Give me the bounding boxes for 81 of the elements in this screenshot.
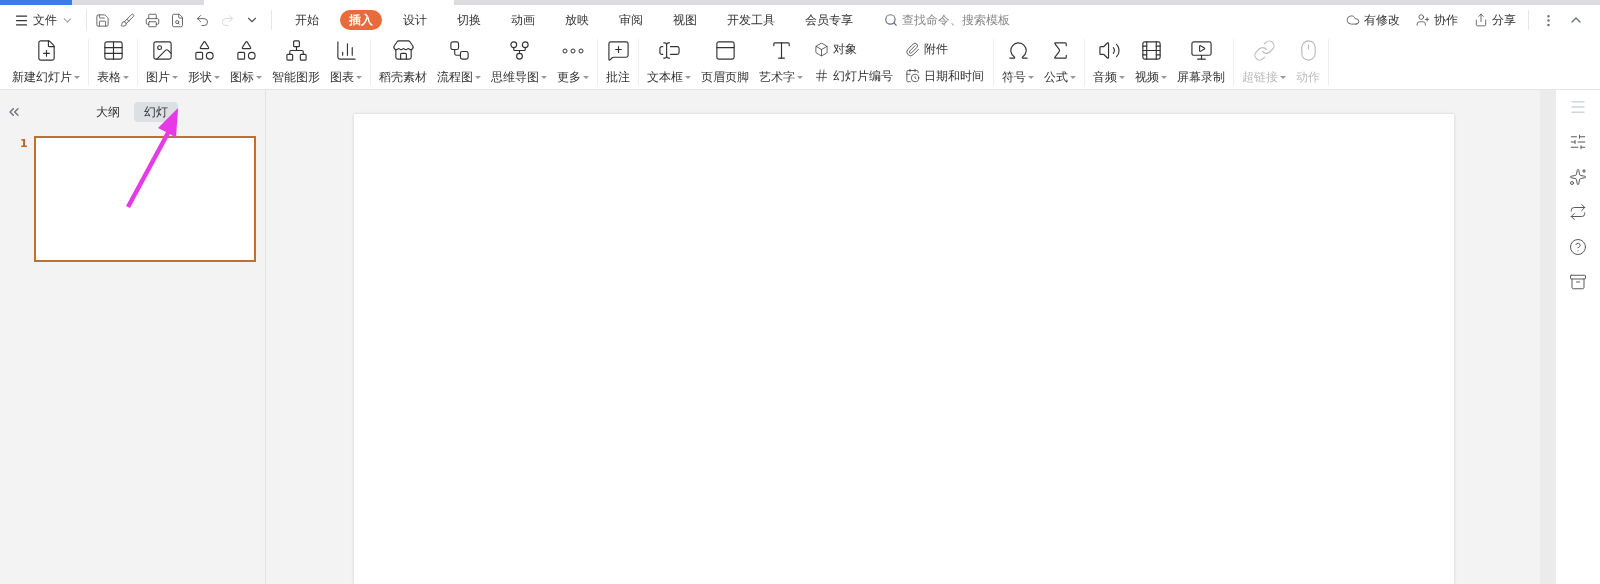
comment-icon (606, 39, 630, 62)
image-icon (150, 39, 174, 62)
ribbon-button[interactable]: 新建幻灯片 (7, 39, 85, 86)
ribbon-button[interactable]: 屏幕录制 (1172, 39, 1230, 86)
header-action[interactable]: 有修改 (1346, 11, 1400, 30)
ribbon-button[interactable]: 符号 (997, 39, 1039, 86)
shapes-icon (192, 39, 216, 62)
menu-tab[interactable]: 开始 (286, 10, 328, 31)
menu-icon (14, 12, 29, 28)
ribbon-button[interactable]: 艺术字 (754, 39, 808, 86)
menu-tab[interactable]: 视图 (664, 10, 706, 31)
omega-icon (1006, 39, 1030, 62)
ribbon-button[interactable]: 图片 (141, 39, 183, 86)
header-action[interactable]: 协作 (1416, 11, 1458, 30)
search-icon (884, 13, 898, 28)
slide-number: 1 (20, 136, 28, 152)
print-icon[interactable] (145, 12, 160, 28)
monitor-icon (1189, 39, 1213, 62)
ribbon-button[interactable]: 智能图形 (267, 39, 325, 86)
menu-tab[interactable]: 会员专享 (796, 10, 862, 31)
film-icon (1139, 39, 1163, 62)
settings-icon[interactable] (1569, 133, 1587, 151)
diagram-icon (284, 39, 308, 62)
page-header-icon (713, 39, 737, 62)
save-icon[interactable] (95, 12, 110, 28)
ribbon-small-button[interactable]: 幻灯片编号 (814, 65, 893, 86)
ribbon-button[interactable]: 思维导图 (486, 39, 552, 86)
ribbon-small-button[interactable]: 附件 (905, 39, 984, 60)
ribbon-button[interactable]: 音频 (1088, 39, 1130, 86)
cube-icon (814, 41, 829, 57)
file-menu[interactable]: 文件 (14, 11, 74, 30)
star-icon[interactable] (1569, 168, 1587, 186)
ribbon-button[interactable]: 更多 (552, 39, 594, 86)
progress-segment (0, 0, 72, 5)
help-icon[interactable] (1569, 238, 1587, 256)
panel-tab[interactable]: 幻灯 (134, 102, 178, 122)
ribbon-button[interactable]: 表格 (92, 39, 134, 86)
share-icon (1474, 13, 1488, 28)
swap-icon[interactable] (1569, 203, 1587, 221)
slide-thumbnail[interactable] (33, 136, 256, 262)
panel-tab[interactable]: 大纲 (86, 102, 130, 122)
search-field[interactable]: 查找命令、搜索模板 (884, 11, 1032, 30)
ribbon-button[interactable]: 流程图 (432, 39, 486, 86)
menu-tab[interactable]: 动画 (502, 10, 544, 31)
ribbon-button[interactable]: 批注 (601, 39, 635, 86)
speaker-icon (1097, 39, 1121, 62)
header-action[interactable]: 分享 (1474, 11, 1516, 30)
menu-tab[interactable]: 放映 (556, 10, 598, 31)
hash-icon (814, 68, 829, 84)
more-icon (562, 47, 584, 54)
ribbon-button[interactable]: 公式 (1039, 39, 1081, 86)
drag-handle-icon[interactable] (1569, 98, 1587, 116)
menu-tab[interactable]: 切换 (448, 10, 490, 31)
menu-tab[interactable]: 开发工具 (718, 10, 784, 31)
preview-icon[interactable] (170, 12, 185, 28)
store-icon (391, 39, 415, 62)
table-icon (101, 39, 125, 62)
ribbon-button[interactable]: 视频 (1130, 39, 1172, 86)
branch-icon (507, 39, 531, 62)
shapes-icon (234, 39, 258, 62)
menu-tab[interactable]: 审阅 (610, 10, 652, 31)
archive-icon[interactable] (1569, 273, 1587, 291)
ribbon-button[interactable]: 图表 (325, 39, 367, 86)
ribbon-button[interactable]: 页眉页脚 (696, 39, 754, 86)
undo-icon[interactable] (195, 12, 210, 28)
bar-chart-icon (334, 39, 358, 62)
add-user-icon (1416, 13, 1430, 28)
calendar-icon (905, 68, 920, 84)
flowchart-icon (447, 39, 471, 62)
ribbon-button[interactable]: 形状 (183, 39, 225, 86)
ribbon-button[interactable]: 图标 (225, 39, 267, 86)
text-box-icon (657, 39, 681, 62)
ribbon-button[interactable]: 稻壳素材 (374, 39, 432, 86)
ribbon-small-button[interactable]: 对象 (814, 39, 893, 60)
link-icon (1252, 39, 1276, 62)
ribbon-small-button[interactable]: 日期和时间 (905, 65, 984, 86)
cloud-icon (1346, 13, 1360, 28)
menu-tab[interactable]: 设计 (394, 10, 436, 31)
ribbon-button[interactable]: 文本框 (642, 39, 696, 86)
paperclip-icon (905, 41, 920, 57)
brush-icon[interactable] (120, 12, 135, 28)
